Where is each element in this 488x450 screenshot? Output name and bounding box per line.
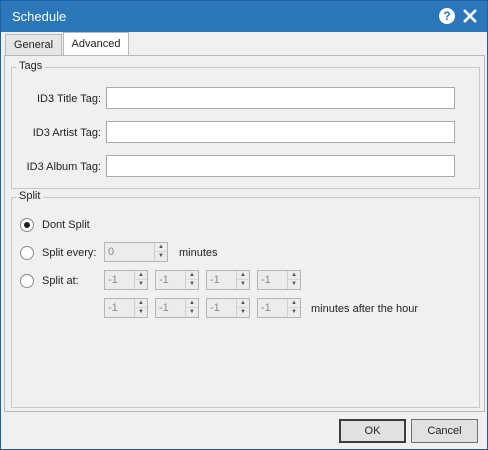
tab-content-advanced: Tags ID3 Title Tag: ID3 Artist Tag: ID3 … <box>4 55 485 412</box>
tab-advanced[interactable]: Advanced <box>63 32 129 55</box>
split-at-stepper[interactable]: -1 ▲ ▼ <box>257 298 301 318</box>
split-every-unit: minutes <box>179 247 218 259</box>
cancel-button[interactable]: Cancel <box>411 419 478 443</box>
split-at-value: -1 <box>108 302 118 314</box>
id3-title-label: ID3 Title Tag: <box>37 93 101 105</box>
help-icon: ? <box>439 8 455 24</box>
split-at-radio[interactable] <box>20 274 34 288</box>
split-legend: Split <box>16 190 44 202</box>
split-at-stepper[interactable]: -1 ▲ ▼ <box>206 270 250 290</box>
split-at-value: -1 <box>210 274 220 286</box>
split-at-stepper[interactable]: -1 ▲ ▼ <box>104 270 148 290</box>
split-group: Split Dont Split Split every: 0 ▲ ▼ minut… <box>11 190 480 408</box>
split-at-stepper[interactable]: -1 ▲ ▼ <box>155 270 199 290</box>
schedule-dialog: Schedule ? General Advanced Tags ID3 Tit… <box>0 0 488 450</box>
help-button[interactable]: ? <box>439 8 456 25</box>
split-at-stepper[interactable]: -1 ▲ ▼ <box>206 298 250 318</box>
split-at-value: -1 <box>261 302 271 314</box>
id3-album-input[interactable] <box>106 155 455 177</box>
spin-up-icon[interactable]: ▲ <box>237 271 249 280</box>
id3-title-input[interactable] <box>106 87 455 109</box>
spin-up-icon[interactable]: ▲ <box>186 271 198 280</box>
split-every-label: Split every: <box>42 247 97 259</box>
spin-up-icon[interactable]: ▲ <box>155 243 167 252</box>
id3-artist-label: ID3 Artist Tag: <box>32 127 101 139</box>
dont-split-label: Dont Split <box>42 219 90 231</box>
split-at-stepper[interactable]: -1 ▲ ▼ <box>257 270 301 290</box>
spin-up-icon[interactable]: ▲ <box>288 299 300 308</box>
split-at-value: -1 <box>261 274 271 286</box>
window-title: Schedule <box>12 9 67 24</box>
close-icon <box>463 9 477 23</box>
spin-down-icon[interactable]: ▼ <box>237 280 249 289</box>
spin-down-icon[interactable]: ▼ <box>288 280 300 289</box>
split-at-value: -1 <box>108 274 118 286</box>
spin-down-icon[interactable]: ▼ <box>186 308 198 317</box>
title-bar[interactable]: Schedule ? <box>1 1 487 32</box>
split-at-unit: minutes after the hour <box>311 303 419 315</box>
tags-legend: Tags <box>16 60 46 72</box>
spin-up-icon[interactable]: ▲ <box>186 299 198 308</box>
spin-down-icon[interactable]: ▼ <box>135 308 147 317</box>
dont-split-radio[interactable] <box>20 218 34 232</box>
spin-down-icon[interactable]: ▼ <box>288 308 300 317</box>
close-button[interactable] <box>462 8 479 25</box>
split-every-value: 0 <box>108 246 115 258</box>
spin-down-icon[interactable]: ▼ <box>155 252 167 261</box>
spin-down-icon[interactable]: ▼ <box>237 308 249 317</box>
split-at-value: -1 <box>159 302 169 314</box>
spin-up-icon[interactable]: ▲ <box>237 299 249 308</box>
tab-general[interactable]: General <box>5 34 62 55</box>
id3-album-label: ID3 Album Tag: <box>26 161 101 173</box>
spin-down-icon[interactable]: ▼ <box>186 280 198 289</box>
split-every-stepper[interactable]: 0 ▲ ▼ <box>104 242 168 262</box>
split-at-stepper[interactable]: -1 ▲ ▼ <box>104 298 148 318</box>
tags-group: Tags ID3 Title Tag: ID3 Artist Tag: ID3 … <box>11 60 480 189</box>
spin-down-icon[interactable]: ▼ <box>135 280 147 289</box>
spin-up-icon[interactable]: ▲ <box>135 271 147 280</box>
split-at-value: -1 <box>159 274 169 286</box>
split-at-value: -1 <box>210 302 220 314</box>
split-every-radio[interactable] <box>20 246 34 260</box>
split-at-stepper[interactable]: -1 ▲ ▼ <box>155 298 199 318</box>
id3-artist-input[interactable] <box>106 121 455 143</box>
split-at-label: Split at: <box>42 275 79 287</box>
spin-up-icon[interactable]: ▲ <box>288 271 300 280</box>
ok-button[interactable]: OK <box>339 419 406 443</box>
spin-up-icon[interactable]: ▲ <box>135 299 147 308</box>
